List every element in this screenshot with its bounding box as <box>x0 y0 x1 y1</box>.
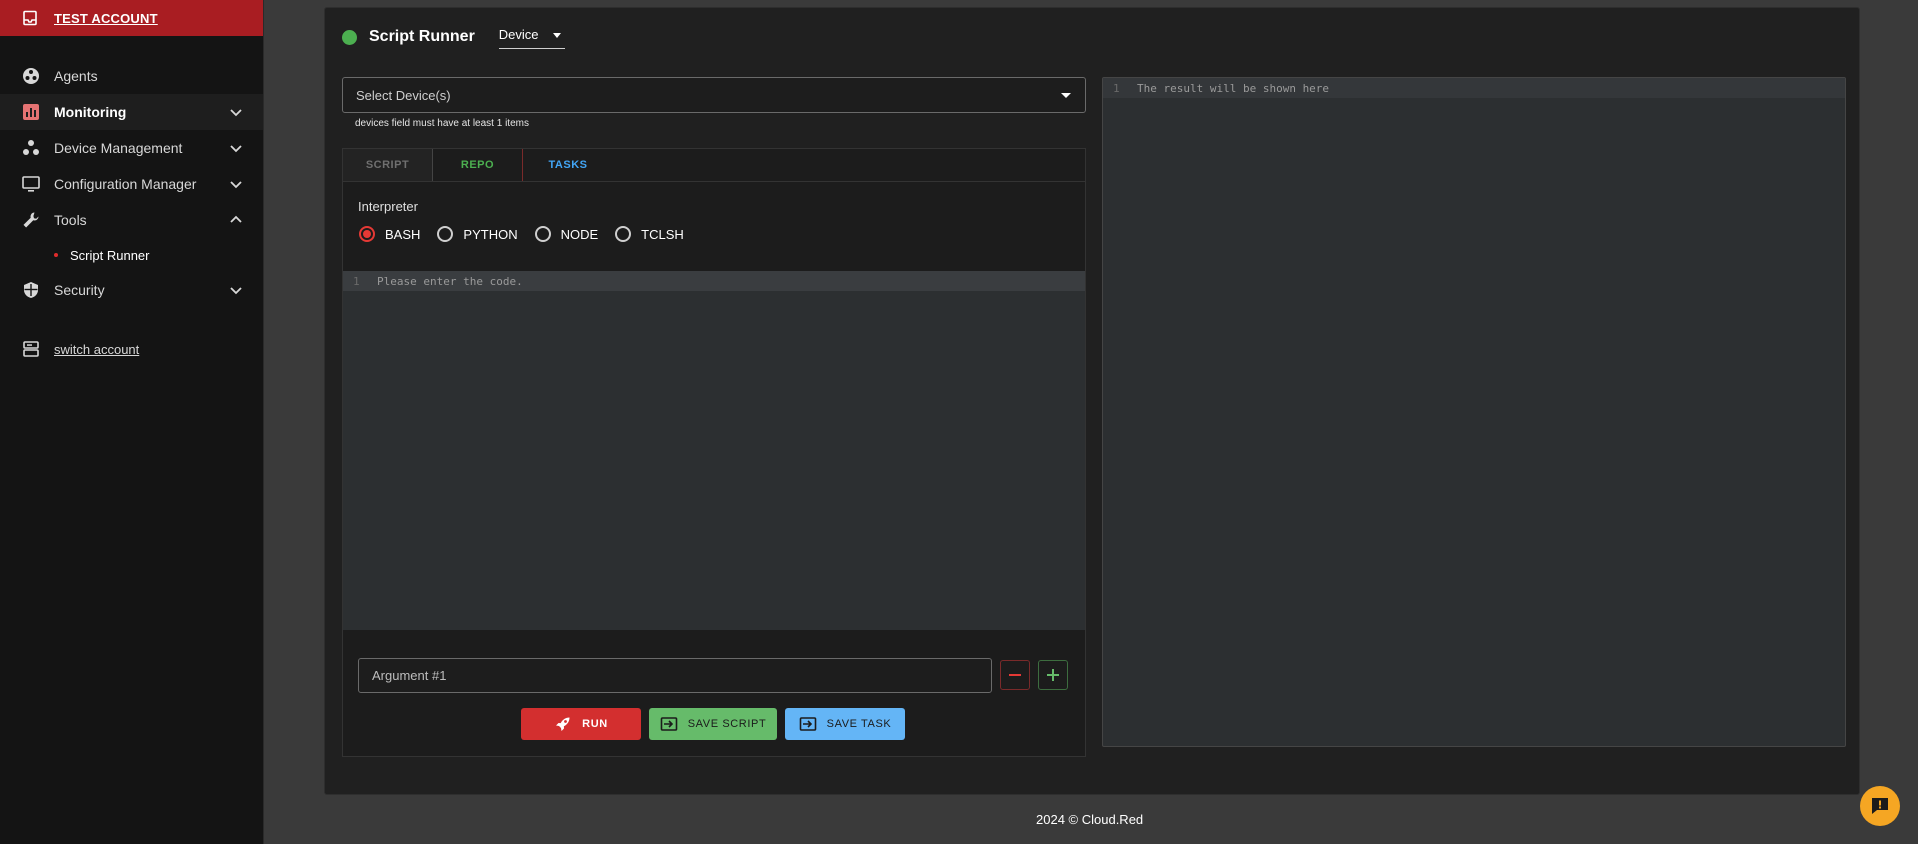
agents-icon <box>22 67 40 85</box>
chevron-down-icon <box>230 287 242 295</box>
shield-icon <box>22 281 40 299</box>
switch-account-icon <box>22 340 40 358</box>
script-runner-card: Script Runner Device Select Device(s) de… <box>324 7 1860 795</box>
sidebar-item-label: Agents <box>54 68 98 84</box>
save-task-button[interactable]: SAVE TASK <box>785 708 905 740</box>
sidebar-item-agents[interactable]: Agents <box>0 58 263 94</box>
inbox-icon <box>22 10 38 26</box>
save-icon <box>660 715 678 733</box>
result-placeholder: The result will be shown here <box>1137 81 1330 95</box>
action-buttons: RUN SAVE SCRIPT SAVE TASK <box>521 708 913 740</box>
radio-tclsh[interactable]: TCLSH <box>615 226 684 242</box>
chevron-down-icon <box>230 109 242 117</box>
argument-placeholder: Argument #1 <box>372 668 447 683</box>
mode-select-value: Device <box>498 27 539 42</box>
radio-label: BASH <box>385 226 421 242</box>
sidebar-item-configuration-manager[interactable]: Configuration Manager <box>0 166 263 202</box>
switch-account-link[interactable]: switch account <box>0 331 263 367</box>
device-select-placeholder: Select Device(s) <box>356 87 451 103</box>
code-editor[interactable]: 1 Please enter the code. <box>343 271 1085 630</box>
caret-down-icon <box>552 33 561 38</box>
radio-unselected-icon[interactable] <box>534 226 551 242</box>
radio-label: TCLSH <box>641 226 684 242</box>
chat-alert-icon <box>1872 798 1888 814</box>
radio-unselected-icon[interactable] <box>615 226 632 242</box>
radio-unselected-icon[interactable] <box>437 226 454 242</box>
sidebar-item-security[interactable]: Security <box>0 272 263 308</box>
status-indicator <box>342 29 357 45</box>
radio-bash[interactable]: BASH <box>359 226 420 242</box>
script-tabs: SCRIPT REPO TASKS <box>343 149 1085 182</box>
sidebar-item-label: Configuration Manager <box>54 176 197 192</box>
line-number: 1 <box>353 274 360 288</box>
editor-placeholder: Please enter the code. <box>377 274 523 288</box>
radio-label: NODE <box>560 226 599 242</box>
sidebar-item-monitoring[interactable]: Monitoring <box>0 94 263 130</box>
sidebar-item-tools[interactable]: Tools <box>0 202 263 238</box>
minus-icon <box>1009 674 1021 676</box>
switch-account-label[interactable]: switch account <box>54 342 139 357</box>
add-argument-button[interactable] <box>1038 660 1068 690</box>
run-button[interactable]: RUN <box>521 708 641 740</box>
sidebar: TEST ACCOUNT Agents Monitoring Device Ma… <box>0 0 264 844</box>
chevron-down-icon <box>230 145 242 153</box>
account-name[interactable]: TEST ACCOUNT <box>54 11 158 26</box>
save-icon <box>799 715 817 733</box>
radio-selected-icon[interactable] <box>359 226 375 242</box>
argument-input[interactable]: Argument #1 <box>358 658 992 693</box>
rocket-icon <box>554 715 572 733</box>
device-select[interactable]: Select Device(s) <box>342 77 1086 113</box>
plus-icon <box>1047 669 1059 681</box>
tab-script[interactable]: SCRIPT <box>343 149 433 181</box>
script-panel: SCRIPT REPO TASKS Interpreter BASH PYTHO… <box>342 148 1086 757</box>
radio-python[interactable]: PYTHON <box>437 226 518 242</box>
radio-node[interactable]: NODE <box>534 226 599 242</box>
validation-error: devices field must have at least 1 items <box>355 118 529 129</box>
feedback-chat-button[interactable] <box>1860 786 1900 826</box>
editor-line: 1 Please enter the code. <box>343 271 1085 291</box>
sidebar-subitem-label: Script Runner <box>70 247 150 263</box>
tab-repo[interactable]: REPO <box>433 149 523 181</box>
account-header[interactable]: TEST ACCOUNT <box>0 0 263 36</box>
footer-copyright: 2024 © Cloud.Red <box>1036 812 1144 827</box>
tab-tasks[interactable]: TASKS <box>523 149 613 181</box>
line-number: 1 <box>1113 81 1120 95</box>
sidebar-item-device-management[interactable]: Device Management <box>0 130 263 166</box>
sidebar-item-label: Device Management <box>54 140 183 156</box>
monitor-icon <box>22 175 40 193</box>
run-label: RUN <box>582 718 608 730</box>
chevron-down-icon <box>230 181 242 189</box>
page-header: Script Runner Device <box>342 25 565 49</box>
chevron-up-icon <box>230 215 242 223</box>
save-script-label: SAVE SCRIPT <box>687 718 767 730</box>
page-title: Script Runner <box>369 28 475 45</box>
result-output[interactable]: 1 The result will be shown here <box>1102 77 1846 747</box>
caret-down-icon <box>1061 93 1071 98</box>
active-dot <box>54 253 58 257</box>
device-management-icon <box>22 139 40 157</box>
sidebar-item-label: Monitoring <box>54 104 127 120</box>
sidebar-item-label: Tools <box>54 212 87 228</box>
remove-argument-button[interactable] <box>1000 660 1030 690</box>
save-task-label: SAVE TASK <box>826 718 892 730</box>
wrench-icon <box>22 211 40 229</box>
sidebar-subitem-script-runner[interactable]: Script Runner <box>0 238 263 272</box>
radio-label: PYTHON <box>463 226 518 242</box>
result-line: 1 The result will be shown here <box>1103 78 1845 98</box>
interpreter-label: Interpreter <box>358 199 418 214</box>
interpreter-radio-group: BASH PYTHON NODE TCLSH <box>359 226 701 242</box>
save-script-button[interactable]: SAVE SCRIPT <box>649 708 777 740</box>
sidebar-item-label: Security <box>54 282 105 298</box>
monitoring-icon <box>22 103 40 121</box>
mode-select[interactable]: Device <box>498 25 565 49</box>
